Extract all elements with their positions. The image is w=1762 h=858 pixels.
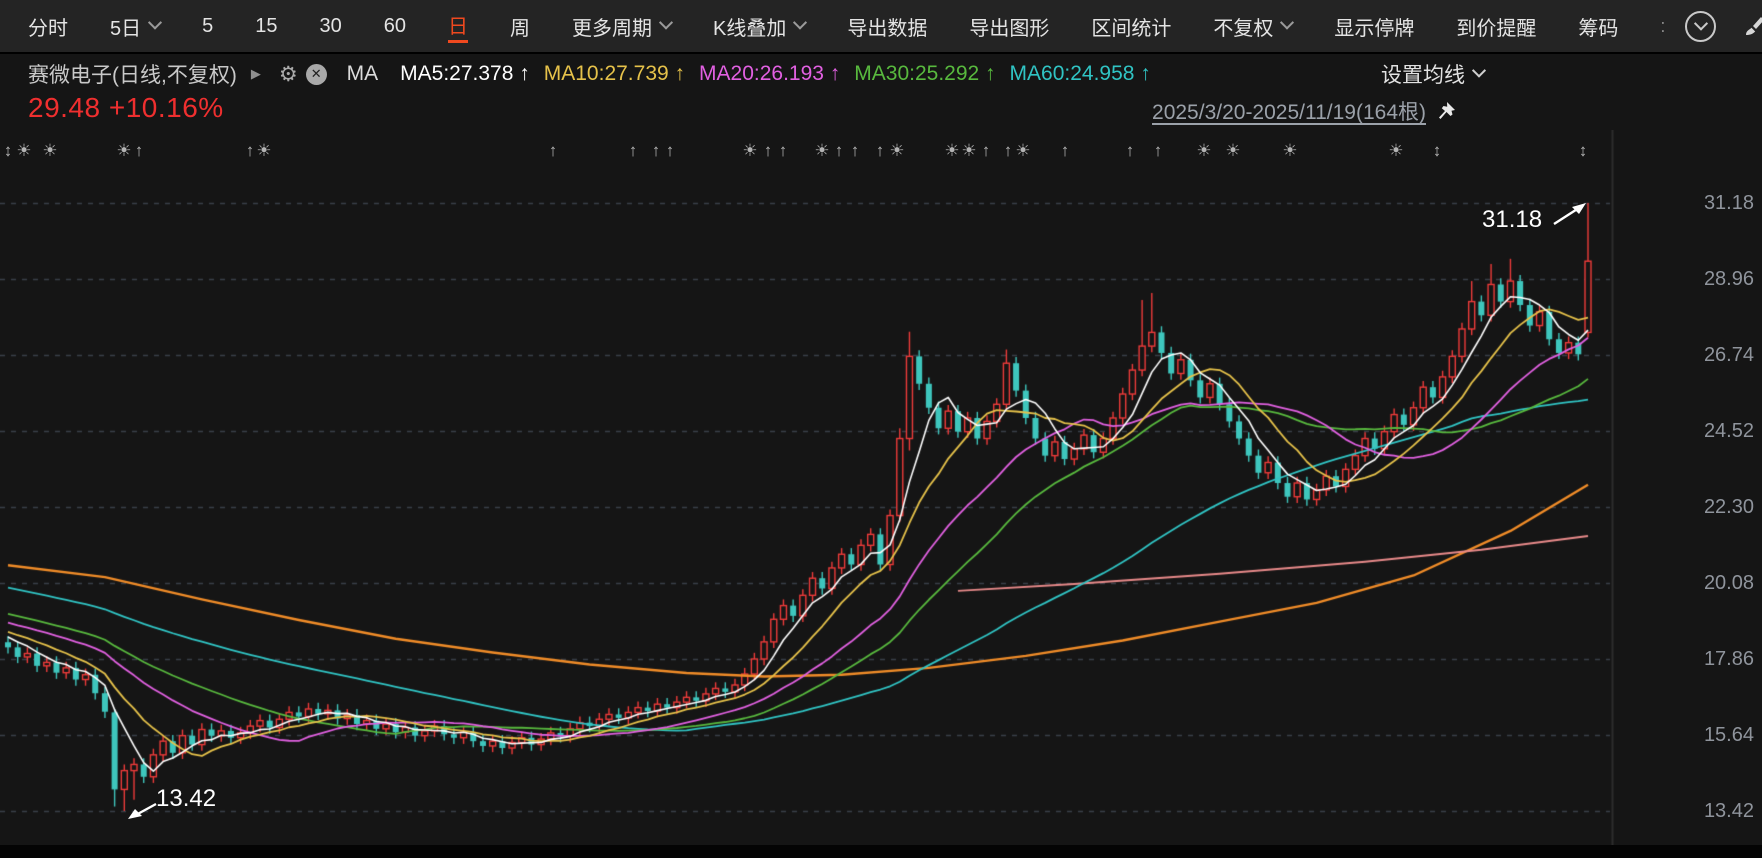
toolbar-period-items: 分时 5日 5 15 30 60 日 周 更多周期 K线叠加 导出数据 导出图形 区间统计 不复权 显示停牌…: [0, 10, 1660, 43]
y-axis-label: 17.86: [1682, 647, 1754, 671]
price-row: 29.48 +10.16% 2025/3/20-2025/11/19(164根): [0, 90, 1762, 128]
close-indicator-icon[interactable]: ✕: [306, 64, 327, 85]
event-marker-up-icon[interactable]: ↑: [773, 140, 793, 162]
ma-value-1: MA10:27.739 ↑: [544, 62, 685, 86]
toolbar-item-2[interactable]: 5: [202, 15, 213, 38]
toolbar-item-16[interactable]: 筹码: [1578, 12, 1618, 41]
ma-value-4: MA60:24.958 ↑: [1010, 62, 1151, 86]
date-range-control[interactable]: 2025/3/20-2025/11/19(164根): [1152, 96, 1456, 126]
toolbar-item-4[interactable]: 30: [320, 15, 342, 38]
event-marker-sun-icon[interactable]: ☀: [1386, 140, 1406, 162]
y-axis-label: 31.18: [1682, 191, 1754, 215]
y-axis-label: 20.08: [1682, 571, 1754, 595]
ma-settings-button[interactable]: 设置均线: [1381, 56, 1484, 92]
toolbar-item-10[interactable]: 导出数据: [847, 12, 927, 41]
toolbar-right: :: [1660, 11, 1762, 42]
toolbar-item-1[interactable]: 5日: [110, 12, 160, 41]
event-marker-sun-icon[interactable]: ☀: [1223, 140, 1243, 162]
stock-chart-app: 分时 5日 5 15 30 60 日 周 更多周期 K线叠加 导出数据 导出图形 区间统计 不复权 显示停牌…: [0, 0, 1762, 858]
toolbar-item-5[interactable]: 60: [384, 15, 406, 38]
stock-title: 赛微电子(日线,不复权): [28, 59, 237, 89]
event-marker-sun-icon[interactable]: ☀: [14, 140, 34, 162]
y-axis-label: 15.64: [1682, 723, 1754, 747]
ma-values: MA5:27.378 ↑ MA10:27.739 ↑ MA20:26.193 ↑ MA…: [400, 62, 1151, 86]
event-marker-up-icon[interactable]: ↑: [845, 140, 865, 162]
event-marker-sun-icon[interactable]: ☀: [1194, 140, 1214, 162]
event-marker-up-icon[interactable]: ↑: [976, 140, 996, 162]
y-axis-label: 28.96: [1682, 267, 1754, 291]
chevron-down-icon: [1472, 64, 1486, 78]
chart-header-row: 赛微电子(日线,不复权) ▶ ⚙ ✕ MA MA5:27.378 ↑ MA10:2…: [0, 56, 1762, 92]
event-marker-up-icon[interactable]: ↑: [623, 140, 643, 162]
toolbar-item-13[interactable]: 不复权: [1213, 12, 1292, 41]
event-marker-sun-icon[interactable]: ☀: [1280, 140, 1300, 162]
toolbar-item-0[interactable]: 分时: [28, 12, 68, 41]
event-marker-sun-icon[interactable]: ☀: [887, 140, 907, 162]
event-marker-sun-icon[interactable]: ☀: [1013, 140, 1033, 162]
date-range-text: 2025/3/20-2025/11/19(164根): [1152, 96, 1426, 126]
candlestick-chart[interactable]: ↕☀☀☀↑↑☀↑↑↑↑☀↑↑☀↑↑↑☀☀☀↑↑☀↑↑↑☀☀☀☀↕↕ 31.182…: [0, 130, 1762, 845]
chevron-down-icon: [148, 16, 162, 30]
high-annotation-arrow: [1548, 196, 1594, 230]
pin-icon[interactable]: [1436, 101, 1456, 121]
toolbar-divider-dots: :: [1660, 16, 1665, 37]
toolbar-item-15[interactable]: 到价提醒: [1456, 12, 1536, 41]
chevron-down-icon: [793, 16, 807, 30]
brush-icon[interactable]: [1742, 14, 1762, 38]
event-marker-up-icon[interactable]: ↑: [129, 140, 149, 162]
high-annotation: 31.18: [1482, 206, 1542, 234]
ma-value-0: MA5:27.378 ↑: [400, 62, 530, 86]
event-marker-sun-icon[interactable]: ☀: [40, 140, 60, 162]
event-marker-up-icon[interactable]: ↑: [1055, 140, 1075, 162]
toolbar-item-12[interactable]: 区间统计: [1091, 12, 1171, 41]
toolbar: 分时 5日 5 15 30 60 日 周 更多周期 K线叠加 导出数据 导出图形 区间统计 不复权 显示停牌…: [0, 0, 1762, 54]
chart-canvas[interactable]: [0, 130, 1762, 845]
low-annotation-arrow: [122, 798, 162, 824]
ma-value-2: MA20:26.193 ↑: [699, 62, 840, 86]
ma-settings-label: 设置均线: [1381, 59, 1465, 89]
y-axis-label: 26.74: [1682, 343, 1754, 367]
event-marker-sun-icon[interactable]: ☀: [740, 140, 760, 162]
pane-divider: [0, 845, 1762, 858]
event-marker-up-icon[interactable]: ↑: [1148, 140, 1168, 162]
event-marker-up-icon[interactable]: ↑: [543, 140, 563, 162]
event-marker-updown-icon[interactable]: ↕: [1427, 140, 1447, 162]
toolbar-item-9[interactable]: K线叠加: [713, 12, 805, 41]
y-axis-label: 22.30: [1682, 495, 1754, 519]
y-axis-label: 13.42: [1682, 799, 1754, 823]
event-marker-sun-icon[interactable]: ☀: [254, 140, 274, 162]
collapse-circle-icon[interactable]: [1685, 11, 1716, 42]
last-price-and-change: 29.48 +10.16%: [28, 92, 224, 124]
chevron-down-icon: [1280, 16, 1294, 30]
low-annotation: 13.42: [156, 785, 216, 813]
event-marker-up-icon[interactable]: ↑: [1120, 140, 1140, 162]
y-axis-label: 24.52: [1682, 419, 1754, 443]
toolbar-item-14[interactable]: 显示停牌: [1334, 12, 1414, 41]
toolbar-item-8[interactable]: 更多周期: [572, 12, 671, 41]
toolbar-item-6[interactable]: 日: [448, 10, 468, 43]
ma-group-label: MA: [347, 62, 379, 86]
event-marker-updown-icon[interactable]: ↕: [1573, 140, 1593, 162]
chevron-down-icon: [659, 16, 673, 30]
ma-value-3: MA30:25.292 ↑: [854, 62, 995, 86]
toolbar-item-11[interactable]: 导出图形: [969, 12, 1049, 41]
event-marker-up-icon[interactable]: ↑: [660, 140, 680, 162]
toolbar-item-7[interactable]: 周: [510, 12, 530, 41]
expand-triangle-icon[interactable]: ▶: [251, 66, 261, 82]
gear-icon[interactable]: ⚙: [279, 62, 298, 87]
toolbar-item-3[interactable]: 15: [255, 15, 277, 38]
